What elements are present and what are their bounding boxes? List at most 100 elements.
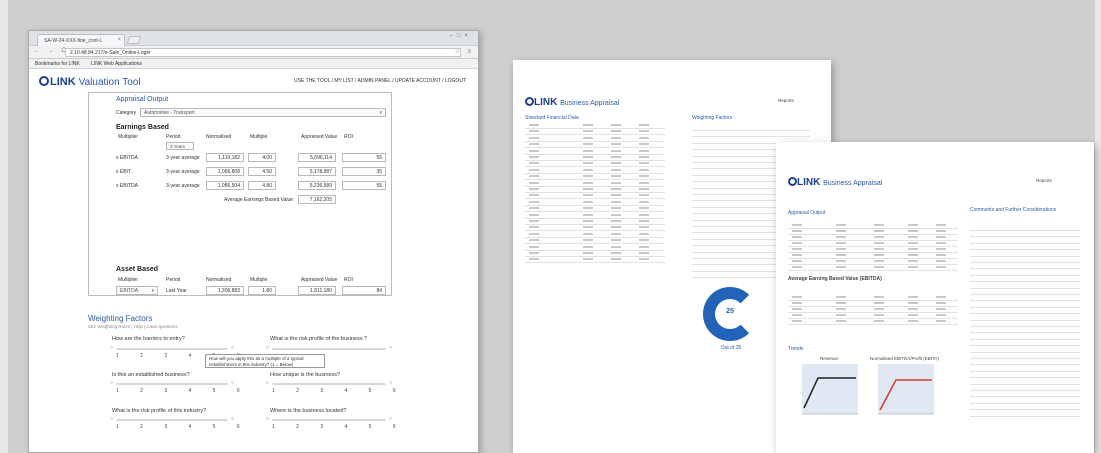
table-row-rule bbox=[525, 230, 665, 232]
table-cell-mark bbox=[611, 143, 621, 146]
table-cell-mark bbox=[611, 232, 621, 235]
table-cell-mark bbox=[583, 162, 593, 165]
average-label: Average Earnings Based Value bbox=[224, 197, 294, 203]
col-header: Multiple bbox=[250, 277, 268, 283]
value-field[interactable]: 5,236,589 bbox=[298, 181, 336, 190]
value-field[interactable]: 5,696,114 bbox=[298, 153, 336, 162]
question-label: What is the risk profile of this industr… bbox=[112, 408, 207, 414]
table-cell-mark bbox=[583, 252, 593, 254]
bookmark-item[interactable]: Bookmarks for LINK bbox=[35, 61, 80, 67]
multiple-field[interactable]: 4.50 bbox=[248, 167, 276, 176]
table-cell-mark bbox=[908, 266, 918, 268]
table-cell-mark bbox=[792, 266, 802, 268]
table-cell-mark bbox=[529, 181, 539, 184]
multiple-field[interactable]: 4.00 bbox=[248, 153, 276, 162]
period-select[interactable]: 3 Years bbox=[166, 142, 194, 150]
col-header: Multiplier bbox=[118, 277, 139, 283]
weight-slider[interactable]: ○ ○ bbox=[266, 380, 392, 387]
table-cell-mark bbox=[529, 245, 539, 248]
asset-roi-field[interactable]: 84 bbox=[342, 286, 386, 295]
table-cell-mark bbox=[874, 254, 884, 256]
star-icon[interactable]: ☆ ≡ bbox=[454, 48, 474, 55]
close-icon[interactable]: × bbox=[117, 37, 121, 43]
category-select[interactable]: Automotive - Transport ▾ bbox=[140, 108, 386, 117]
revenue-chart bbox=[802, 364, 858, 415]
table-cell-mark bbox=[611, 207, 621, 210]
table-cell-mark bbox=[936, 308, 946, 310]
table-row-rule bbox=[970, 249, 1080, 251]
report-title: Business Appraisal bbox=[560, 100, 620, 107]
weighting-subtitle[interactable]: See Weighting Rules | Help | Clear quest… bbox=[88, 324, 178, 329]
bookmark-item[interactable]: LINK Web Applications bbox=[91, 61, 142, 67]
table-cell-mark bbox=[908, 248, 918, 250]
table-cell-mark bbox=[836, 248, 846, 250]
roi-field[interactable]: 55 bbox=[342, 181, 386, 190]
weight-slider[interactable]: ○ ○ bbox=[266, 416, 392, 423]
top-nav[interactable]: USE THE TOOL / MY LIST / ADMIN PANEL / U… bbox=[294, 78, 466, 84]
table-row-rule bbox=[788, 264, 958, 265]
table-cell-mark bbox=[792, 224, 802, 226]
asset-normalised-field[interactable]: 1,306,883 bbox=[206, 286, 244, 295]
table-row-rule bbox=[970, 230, 1080, 231]
asset-multiple-field[interactable]: 1.80 bbox=[248, 286, 276, 295]
table-row-rule bbox=[970, 236, 1080, 238]
table-cell-mark bbox=[529, 194, 539, 197]
table-cell-mark bbox=[936, 266, 946, 268]
table-cell-mark bbox=[583, 194, 593, 197]
table-cell-mark bbox=[611, 175, 621, 178]
multiple-field[interactable]: 4.80 bbox=[248, 181, 276, 190]
table-row-rule bbox=[525, 179, 665, 181]
window-controls[interactable]: –□× bbox=[450, 33, 472, 39]
table-row-rule bbox=[970, 294, 1080, 295]
weight-slider[interactable]: ○ ○ bbox=[110, 416, 234, 423]
table-cell-mark bbox=[611, 226, 621, 229]
asset-multiplier-select[interactable]: EBITDA ▾ bbox=[116, 286, 158, 295]
new-tab-button[interactable] bbox=[126, 36, 142, 44]
col-header: Period bbox=[166, 134, 181, 140]
report-b-logo: LINK Business Appraisal bbox=[788, 177, 882, 188]
table-row-rule bbox=[970, 345, 1080, 347]
table-cell-mark bbox=[583, 124, 593, 126]
table-cell-mark bbox=[874, 260, 884, 262]
table-row-rule bbox=[788, 318, 958, 319]
logo-text: LINK bbox=[534, 97, 558, 108]
browser-tab[interactable]: SA-W-24-XXX-fine_cont-L × bbox=[37, 34, 125, 46]
weight-slider[interactable]: ○ ○ bbox=[110, 345, 234, 352]
table-cell-mark bbox=[639, 162, 649, 165]
table-cell-mark bbox=[792, 308, 802, 310]
table-cell-mark bbox=[874, 224, 884, 226]
weight-slider[interactable]: ○ ○ bbox=[266, 345, 392, 352]
table-cell-mark bbox=[836, 224, 846, 226]
trend-charts bbox=[802, 364, 934, 415]
table-row-rule bbox=[525, 185, 665, 187]
asset-value-field[interactable]: 1,811,180 bbox=[298, 286, 336, 295]
table-cell-mark bbox=[529, 226, 539, 229]
url-input[interactable]: 2.10.48.84.217/e-Sale_Online-Login bbox=[65, 48, 461, 57]
roi-field[interactable]: 35 bbox=[342, 167, 386, 176]
table-cell-mark bbox=[611, 239, 621, 242]
row-multiplier: x EBITDA bbox=[116, 155, 138, 161]
table-cell-mark bbox=[792, 236, 802, 238]
table-row-rule bbox=[525, 211, 665, 213]
row-multiplier: x EBITDA bbox=[116, 183, 138, 189]
report-a-right-heading: Weighting Factors bbox=[692, 115, 733, 121]
table-cell-mark bbox=[583, 136, 593, 139]
normalised-field[interactable]: 1,066,808 bbox=[206, 167, 244, 176]
category-value: Automotive - Transport bbox=[144, 110, 195, 116]
table-row-rule bbox=[525, 262, 665, 264]
table-cell-mark bbox=[639, 181, 649, 184]
table-cell-mark bbox=[874, 296, 884, 298]
weight-slider[interactable]: ○ ○ bbox=[110, 380, 234, 387]
nav-buttons[interactable]: ← → C bbox=[34, 48, 69, 54]
normalised-field[interactable]: 1,086,504 bbox=[206, 181, 244, 190]
table-cell-mark bbox=[639, 136, 649, 139]
table-cell-mark bbox=[611, 149, 621, 152]
table-cell-mark bbox=[639, 245, 649, 248]
normalised-field[interactable]: 1,110,182 bbox=[206, 153, 244, 162]
question-label: How are the barriers to entry? bbox=[112, 336, 185, 342]
roi-field[interactable]: 55 bbox=[342, 153, 386, 162]
table-cell-mark bbox=[639, 239, 649, 242]
value-field[interactable]: 5,178,987 bbox=[298, 167, 336, 176]
link-logo[interactable]: LINK Valuation Tool bbox=[39, 76, 141, 88]
table-cell-mark bbox=[936, 230, 946, 232]
